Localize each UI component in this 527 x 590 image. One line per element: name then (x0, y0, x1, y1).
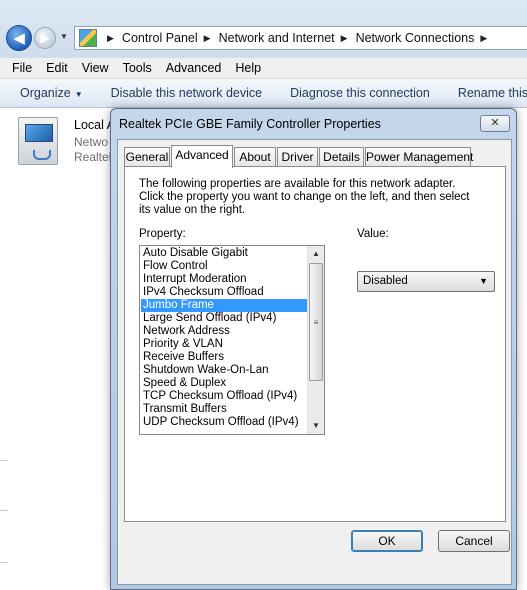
tab-driver[interactable]: Driver (277, 147, 318, 167)
menu-edit[interactable]: Edit (39, 61, 75, 75)
connection-name: Local A (74, 118, 116, 132)
property-list-item[interactable]: Jumbo Frame (141, 299, 307, 312)
property-list-item[interactable]: Shutdown Wake-On-Lan (141, 364, 307, 377)
organize-button[interactable]: Organize ▼ (0, 86, 97, 100)
network-adapter-icon (18, 117, 58, 165)
menu-bar: File Edit View Tools Advanced Help (0, 58, 527, 79)
property-list-item[interactable]: Receive Buffers (141, 351, 307, 364)
monitor-icon (25, 124, 53, 142)
property-label: Property: (139, 228, 186, 240)
breadcrumb-separator-icon: ▶ (340, 32, 348, 43)
connection-device: Realtek (74, 150, 115, 164)
value-label: Value: (357, 228, 389, 240)
back-arrow-icon[interactable]: ◀ (6, 25, 32, 51)
tab-power-management[interactable]: Power Management (365, 147, 473, 167)
tab-details[interactable]: Details (319, 147, 364, 167)
value-selected: Disabled (363, 275, 408, 287)
menu-help[interactable]: Help (228, 61, 268, 75)
menu-advanced[interactable]: Advanced (159, 61, 229, 75)
dialog-body: General Advanced About Driver Details Po… (117, 139, 512, 585)
chevron-down-icon: ▼ (74, 90, 83, 99)
breadcrumb-control-panel[interactable]: Control Panel (122, 31, 198, 45)
property-list-item[interactable]: Auto Disable Gigabit (141, 247, 307, 260)
property-list: Auto Disable Gigabit Flow Control Interrup… (141, 247, 307, 429)
value-dropdown[interactable]: Disabled ▼ (357, 271, 495, 292)
dialog-title: Realtek PCIe GBE Family Controller Prope… (119, 117, 381, 131)
close-button[interactable]: ✕ (480, 115, 510, 132)
tab-advanced[interactable]: Advanced (171, 145, 233, 168)
cancel-button[interactable]: Cancel (438, 530, 510, 552)
scroll-down-icon[interactable]: ▼ (308, 418, 324, 434)
scroll-thumb[interactable]: ≡ (309, 263, 323, 381)
ok-button[interactable]: OK (351, 530, 423, 552)
property-list-item[interactable]: Priority & VLAN (141, 338, 307, 351)
advanced-tab-panel: The following properties are available f… (124, 166, 506, 522)
divider (0, 562, 8, 563)
explorer-toolbar: ◀ ▶ ▼ ▶ Control Panel ▶ Network and Inte… (0, 0, 527, 58)
diagnose-connection-button[interactable]: Diagnose this connection (276, 86, 444, 100)
property-list-item[interactable]: Flow Control (141, 260, 307, 273)
control-panel-icon (79, 29, 97, 47)
breadcrumb-network-and-internet[interactable]: Network and Internet (219, 31, 335, 45)
property-list-item[interactable]: Large Send Offload (IPv4) (141, 312, 307, 325)
breadcrumb-network-connections[interactable]: Network Connections (356, 31, 475, 45)
menu-view[interactable]: View (75, 61, 116, 75)
property-list-item[interactable]: IPv4 Checksum Offload (141, 286, 307, 299)
property-list-item[interactable]: TCP Checksum Offload (IPv4) (141, 390, 307, 403)
property-list-item[interactable]: Transmit Buffers (141, 403, 307, 416)
property-list-item[interactable]: UDP Checksum Offload (IPv4) (141, 416, 307, 429)
connection-status: Netwo (74, 135, 109, 149)
organize-label: Organize (20, 86, 71, 100)
command-bar: Organize ▼ Disable this network device Di… (0, 79, 527, 108)
divider (0, 460, 8, 461)
history-dropdown-icon[interactable]: ▼ (60, 32, 70, 42)
address-bar[interactable]: ▶ Control Panel ▶ Network and Internet ▶… (74, 26, 527, 50)
breadcrumb-separator-icon: ▶ (203, 32, 211, 43)
cable-icon (33, 150, 51, 160)
description-text: The following properties are available f… (139, 178, 470, 216)
disable-device-button[interactable]: Disable this network device (97, 86, 276, 100)
breadcrumb-separator-icon: ▶ (107, 32, 114, 43)
chevron-down-icon: ▼ (479, 276, 488, 286)
tab-general[interactable]: General (124, 147, 170, 167)
tab-about[interactable]: About (234, 147, 276, 167)
property-list-item[interactable]: Network Address (141, 325, 307, 338)
scroll-up-icon[interactable]: ▲ (308, 246, 324, 262)
menu-file[interactable]: File (0, 61, 39, 75)
property-list-item[interactable]: Speed & Duplex (141, 377, 307, 390)
property-list-item[interactable]: Interrupt Moderation (141, 273, 307, 286)
forward-arrow-icon[interactable]: ▶ (34, 27, 56, 49)
adapter-properties-dialog: Realtek PCIe GBE Family Controller Prope… (110, 108, 517, 590)
divider (0, 510, 8, 511)
property-scrollbar[interactable]: ▲ ≡ ▼ (307, 246, 324, 434)
menu-tools[interactable]: Tools (116, 61, 159, 75)
rename-connection-button[interactable]: Rename this c (444, 86, 527, 100)
property-listbox[interactable]: Auto Disable Gigabit Flow Control Interrup… (139, 245, 325, 435)
close-icon: ✕ (490, 117, 500, 129)
breadcrumb-separator-icon: ▶ (480, 32, 488, 43)
